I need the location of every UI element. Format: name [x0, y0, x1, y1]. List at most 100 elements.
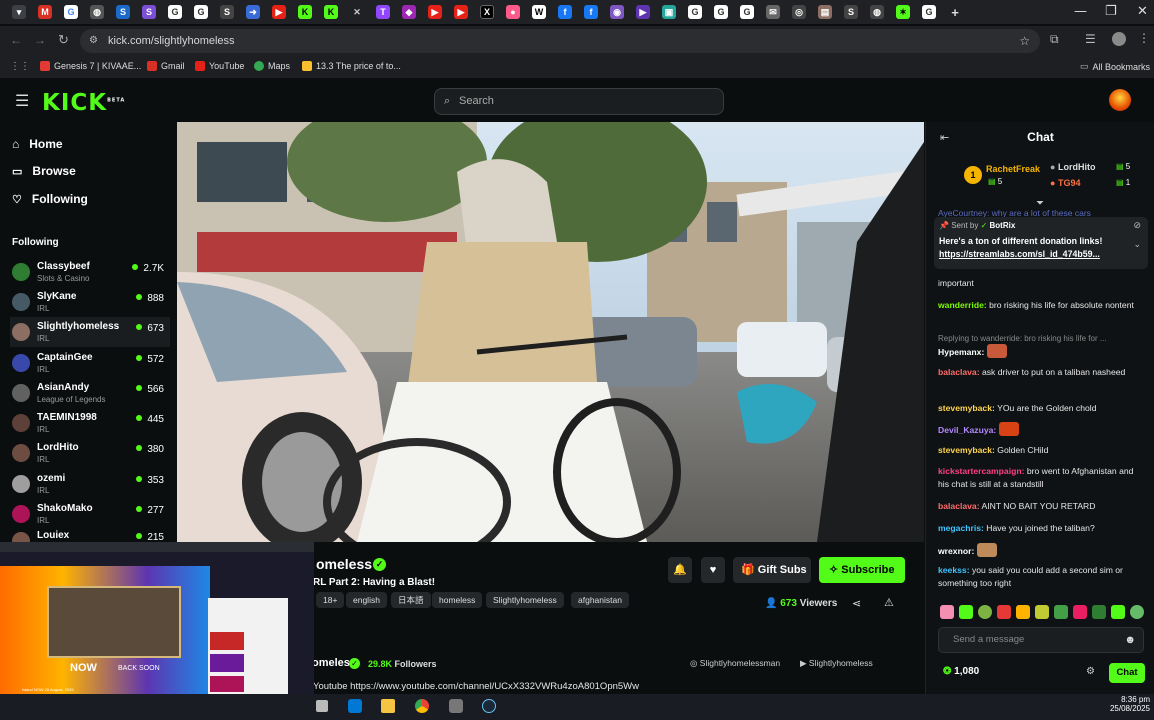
task-view-icon[interactable]: [316, 700, 328, 712]
chat-message[interactable]: stevemyback: YOu are the Golden chold: [938, 402, 1144, 415]
chat-message[interactable]: wanderride: bro risking his life for abs…: [938, 299, 1144, 312]
tab-icon[interactable]: ◎: [792, 5, 806, 19]
chat-username[interactable]: megachris: [938, 523, 981, 533]
back-icon[interactable]: ←: [10, 33, 22, 47]
top-gifter-1[interactable]: RachetFreak: [986, 164, 1040, 174]
chat-username[interactable]: Devil_Kazuya: [938, 425, 993, 435]
minimize-icon[interactable]: —: [1074, 4, 1087, 19]
tag-18plus[interactable]: 18+: [316, 592, 345, 608]
chevron-down-icon[interactable]: ⌄: [1133, 239, 1141, 250]
video-player[interactable]: [177, 122, 924, 542]
google-icon[interactable]: G: [168, 5, 182, 19]
youtube-icon[interactable]: ▶: [272, 5, 286, 19]
sidebar-channel[interactable]: Slightlyhomeless IRL 673: [10, 317, 170, 347]
sidebar-channel[interactable]: Classybeef Slots & Casino 2.7K: [10, 257, 170, 287]
chat-input[interactable]: Send a message ☻: [938, 627, 1144, 653]
steam-icon[interactable]: S: [844, 5, 858, 19]
outlook-icon[interactable]: [348, 699, 362, 713]
tab-icon[interactable]: ◍: [870, 5, 884, 19]
tab-icon[interactable]: S: [220, 5, 234, 19]
search-input[interactable]: ⌕ Search: [434, 88, 724, 115]
pinned-link[interactable]: https://streamlabs.com/sl_id_474b59...: [939, 249, 1100, 259]
tag-homeless[interactable]: homeless: [432, 592, 483, 608]
follow-heart-icon[interactable]: ♥: [701, 557, 725, 583]
google-icon[interactable]: G: [714, 5, 728, 19]
chat-username[interactable]: stevemyback: [938, 403, 992, 413]
user-avatar[interactable]: [1109, 89, 1131, 111]
tab-icon[interactable]: S: [142, 5, 156, 19]
social-youtube[interactable]: ▶ Slightlyhomeless: [800, 658, 873, 669]
tag-slightlyhomeless[interactable]: Slightlyhomeless: [486, 592, 564, 608]
steam-icon[interactable]: [482, 699, 496, 713]
emote-icon[interactable]: [959, 605, 973, 619]
twitch-icon[interactable]: T: [376, 5, 390, 19]
emote-icon[interactable]: [978, 605, 992, 619]
kick-icon[interactable]: K: [298, 5, 312, 19]
gift-subs-button[interactable]: 🎁 Gift Subs: [733, 557, 811, 583]
tag-afghanistan[interactable]: afghanistan: [571, 592, 629, 608]
chat-username[interactable]: keekss: [938, 565, 967, 575]
tab-icon[interactable]: ◆: [402, 5, 416, 19]
gmail-icon[interactable]: M: [38, 5, 52, 19]
bookmark-genesis[interactable]: Genesis 7 | KIVAAE...: [40, 61, 141, 71]
chat-username[interactable]: balaclava: [938, 367, 977, 377]
kick-logo[interactable]: KICKBETA: [42, 90, 125, 116]
google-icon[interactable]: G: [922, 5, 936, 19]
chat-message[interactable]: important: [938, 277, 1144, 290]
clock[interactable]: 8:36 pm 25/08/2025: [1106, 695, 1150, 713]
google-icon[interactable]: G: [64, 5, 78, 19]
google-icon[interactable]: G: [194, 5, 208, 19]
chat-message[interactable]: wrexnor:: [938, 543, 1144, 558]
chat-username[interactable]: balaclava: [938, 501, 977, 511]
sidebar-item-home[interactable]: ⌂ Home: [12, 137, 63, 151]
tab-icon[interactable]: ✶: [896, 5, 910, 19]
app-icon[interactable]: [449, 699, 463, 713]
report-icon[interactable]: ⚠: [884, 596, 894, 609]
pinned-message[interactable]: 📌 Sent by ✓ BotRix ⊘ ⌄ Here's a ton of d…: [934, 217, 1148, 269]
chat-message[interactable]: Hypemanx:: [938, 344, 1144, 359]
bookmark-youtube[interactable]: YouTube: [195, 61, 244, 71]
all-bookmarks[interactable]: ▭ All Bookmarks: [1080, 61, 1150, 72]
chat-message[interactable]: balaclava: ask driver to put on a taliba…: [938, 366, 1144, 379]
google-icon[interactable]: G: [688, 5, 702, 19]
mail-icon[interactable]: ✉: [766, 5, 780, 19]
chat-username[interactable]: stevemyback: [938, 445, 992, 455]
wikipedia-icon[interactable]: W: [532, 5, 546, 19]
sidebar-channel[interactable]: ShakoMako IRL 277: [10, 499, 170, 529]
streamer-name[interactable]: omeless: [316, 556, 372, 572]
tag-japanese[interactable]: 日本語: [391, 592, 431, 608]
sidebar-channel[interactable]: SlyKane IRL 888: [10, 287, 170, 317]
notification-bell-icon[interactable]: 🔔: [668, 557, 692, 583]
apps-icon[interactable]: ⋮⋮: [10, 61, 30, 72]
sidebar-item-browse[interactable]: ▭ Browse: [12, 164, 76, 178]
sidebar-channel[interactable]: CaptainGee IRL 572: [10, 348, 170, 378]
top-gifter-2[interactable]: ● LordHito: [1050, 162, 1095, 172]
emote-icon[interactable]: [1092, 605, 1106, 619]
bookmark-maps[interactable]: Maps: [254, 61, 290, 71]
tab-icon[interactable]: ●: [506, 5, 520, 19]
bookmark-star-icon[interactable]: ☆: [1019, 29, 1030, 53]
forward-icon[interactable]: →: [34, 33, 46, 47]
emote-icon[interactable]: [1073, 605, 1087, 619]
chrome-icon[interactable]: [415, 699, 429, 713]
emote-icon[interactable]: [997, 605, 1011, 619]
chat-username[interactable]: kickstartercampaign: [938, 466, 1022, 476]
tab-icon[interactable]: ➜: [246, 5, 260, 19]
send-chat-button[interactable]: Chat: [1109, 663, 1145, 683]
new-tab-icon[interactable]: +: [948, 5, 962, 20]
kick-icon[interactable]: K: [324, 5, 338, 19]
chat-message[interactable]: kickstartercampaign: bro went to Afghani…: [938, 465, 1144, 491]
emote-icon[interactable]: [1054, 605, 1068, 619]
chat-username[interactable]: wanderride: [938, 300, 984, 310]
restore-icon[interactable]: ❐: [1105, 4, 1117, 19]
facebook-icon[interactable]: f: [584, 5, 598, 19]
url-field[interactable]: ⚙ kick.com/slightlyhomeless ☆: [80, 29, 1040, 53]
file-explorer-icon[interactable]: [381, 699, 395, 713]
browser-menu-icon[interactable]: ⋮: [1138, 31, 1150, 45]
unpin-icon[interactable]: ⊘: [1133, 220, 1141, 231]
sidebar-channel[interactable]: ozemi IRL 353: [10, 469, 170, 499]
sidebar-item-following[interactable]: ♡ Following: [12, 192, 88, 206]
chrome-menu-icon[interactable]: ▾: [12, 5, 26, 19]
settings-gear-icon[interactable]: ⚙: [1086, 666, 1095, 677]
tab-icon[interactable]: ◍: [90, 5, 104, 19]
